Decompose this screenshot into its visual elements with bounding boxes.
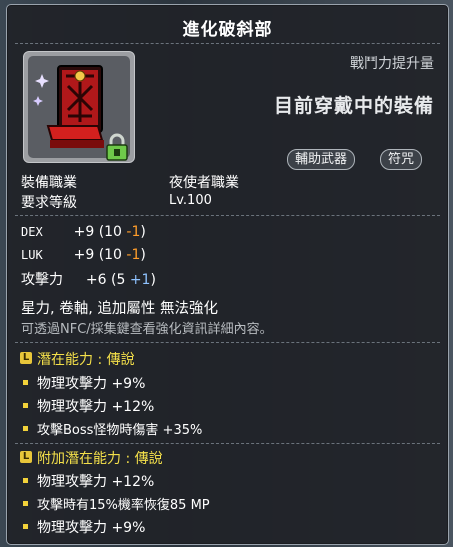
divider xyxy=(15,43,440,44)
job-label: 裝備職業 xyxy=(21,175,77,191)
divider xyxy=(15,443,440,444)
additional-line: 物理攻擊力 +9% xyxy=(37,520,146,536)
level-value: Lv.100 xyxy=(169,193,212,208)
potential-line: 物理攻擊力 +9% xyxy=(37,376,146,392)
bullet-icon xyxy=(23,501,28,506)
bullet-icon xyxy=(23,524,28,529)
item-tooltip: 進化破斜部 戰鬥力提升量 目前穿戴中的裝備 輔助武器 符咒 裝備職業 夜使者職業… xyxy=(6,4,449,545)
potential-line: 攻擊Boss怪物時傷害 +35% xyxy=(37,423,203,438)
divider xyxy=(15,342,440,343)
item-title: 進化破斜部 xyxy=(182,20,273,40)
upgrade-hint: 可透過NFC/採集鍵查看強化資訊詳細內容。 xyxy=(21,322,273,337)
equipped-status: 目前穿戴中的裝備 xyxy=(273,95,434,117)
level-label: 要求等級 xyxy=(21,195,77,211)
lock-icon xyxy=(106,133,128,161)
stat-row: 攻擊力 +6 (5 +1) xyxy=(21,272,156,288)
bullet-icon xyxy=(23,380,28,385)
additional-potential-grade-icon: L xyxy=(20,451,32,463)
additional-potential-header: 附加潛在能力 : 傳說 xyxy=(37,451,163,467)
additional-line: 物理攻擊力 +12% xyxy=(37,474,155,490)
divider xyxy=(15,215,440,216)
tag-talisman: 符咒 xyxy=(380,149,423,170)
upgrade-note: 星力, 卷軸, 追加屬性 無法強化 xyxy=(21,301,219,317)
potential-line: 物理攻擊力 +12% xyxy=(37,399,155,415)
stat-row: LUK +9 (10 -1) xyxy=(21,247,146,263)
potential-header: 潛在能力 : 傳說 xyxy=(37,352,135,368)
potential-grade-icon: L xyxy=(20,352,32,364)
job-value: 夜使者職業 xyxy=(169,175,239,191)
bullet-icon xyxy=(23,478,28,483)
stat-row: DEX +9 (10 -1) xyxy=(21,224,146,240)
item-icon-frame xyxy=(23,51,135,163)
combat-power-label: 戰鬥力提升量 xyxy=(350,56,434,72)
additional-line: 攻擊時有15%機率恢復85 MP xyxy=(37,498,210,513)
bullet-icon xyxy=(23,426,28,431)
tag-secondary-weapon: 輔助武器 xyxy=(287,149,356,170)
bullet-icon xyxy=(23,403,28,408)
